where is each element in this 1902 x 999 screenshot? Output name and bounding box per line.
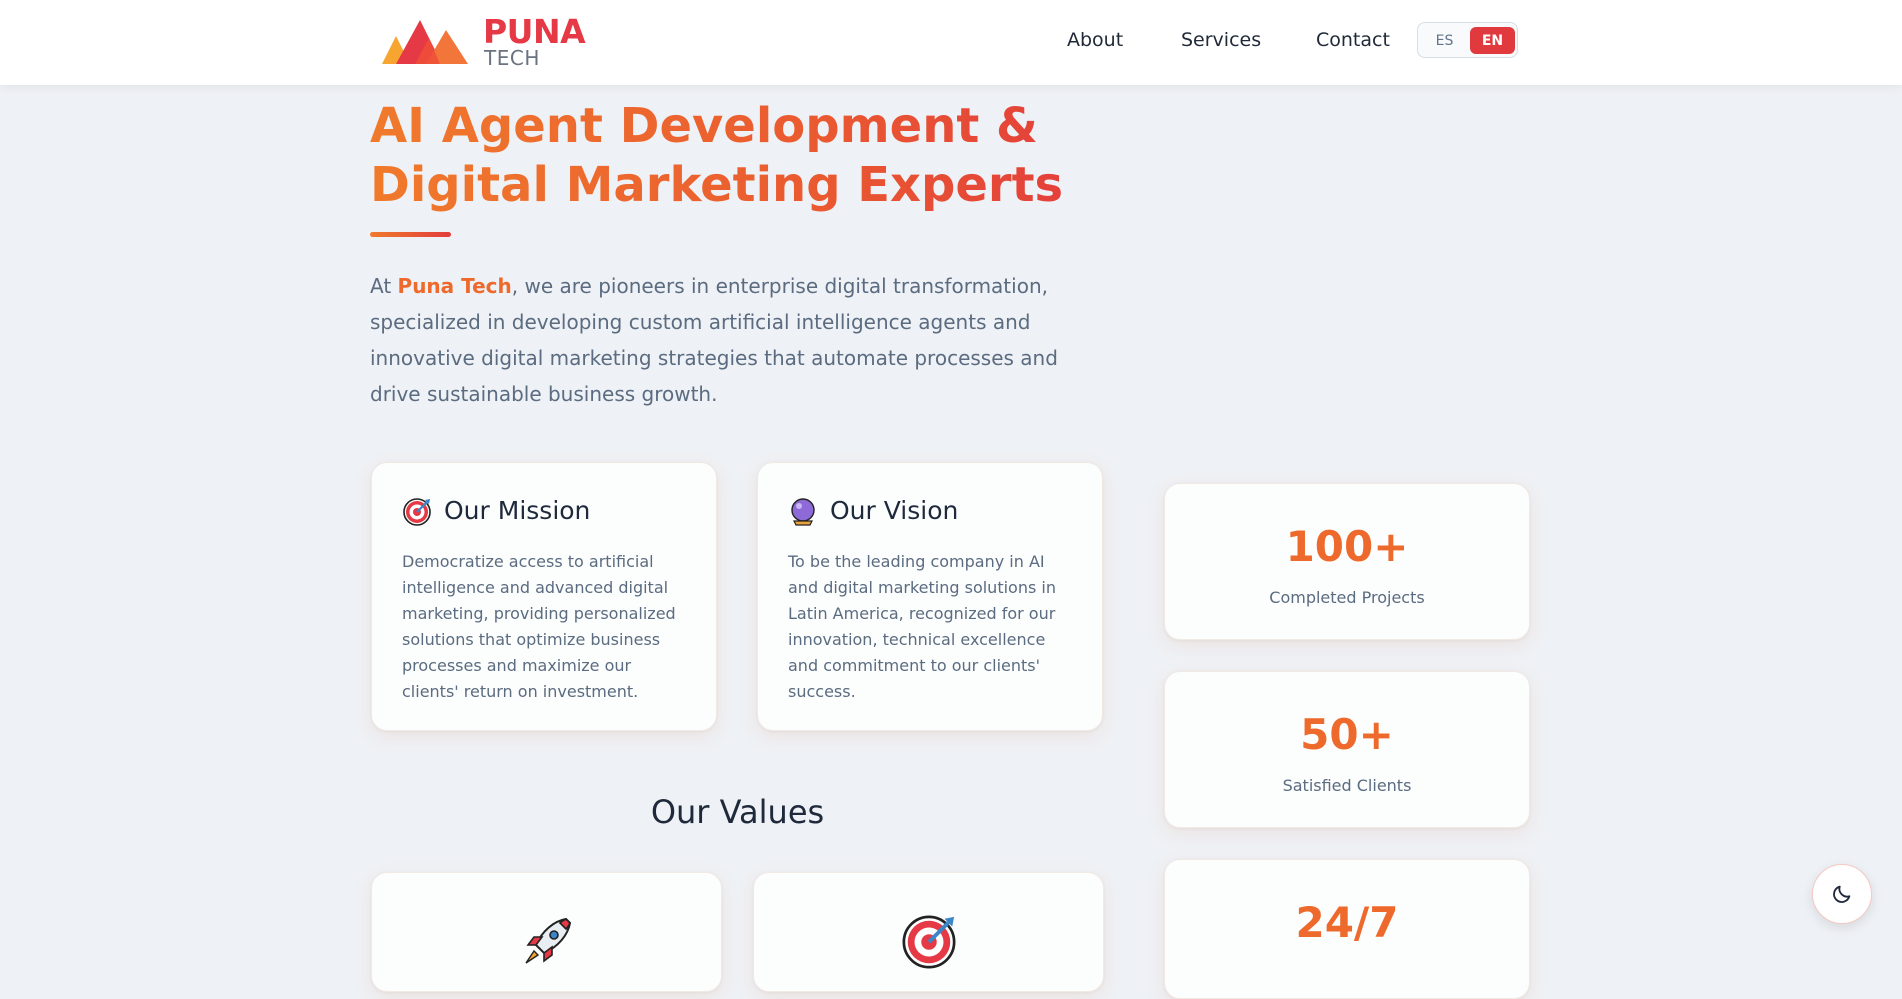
- vision-text: To be the leading company in AI and digi…: [788, 552, 1056, 701]
- mission-card: Our Mission Democratize access to artifi…: [371, 462, 717, 731]
- stat-number: 50+: [1300, 710, 1394, 759]
- vision-title: Our Vision: [830, 496, 959, 525]
- crystal-ball-icon: [791, 498, 815, 526]
- logo[interactable]: PUNA TECH: [382, 12, 586, 70]
- site-header: PUNA TECH About Services Contact ES EN: [0, 0, 1902, 85]
- values-heading: Our Values: [650, 793, 825, 831]
- hero-description: At Puna Tech, we are pioneers in enterpr…: [370, 268, 1110, 412]
- language-en-button[interactable]: EN: [1470, 27, 1515, 54]
- rocket-icon: [525, 917, 572, 964]
- vision-card: Our Vision To be the leading company in …: [757, 462, 1103, 731]
- stat-label: Completed Projects: [1269, 588, 1425, 607]
- hero-brand-highlight: Puna Tech: [397, 274, 512, 298]
- language-toggle: ES EN: [1417, 22, 1518, 58]
- mission-text: Democratize access to artificial intelli…: [402, 552, 676, 701]
- mission-title: Our Mission: [444, 496, 591, 525]
- mountain-logo-icon: [382, 20, 468, 64]
- theme-toggle-button[interactable]: [1812, 864, 1872, 924]
- hero-title: AI Agent Development & Digital Marketing…: [370, 97, 1110, 215]
- moon-icon: [1833, 885, 1851, 903]
- target-icon: [902, 915, 956, 969]
- hero-underline: [370, 232, 451, 237]
- logo-subtitle: TECH: [484, 46, 540, 70]
- value-card-target: [753, 872, 1104, 992]
- nav-link-services[interactable]: Services: [1181, 29, 1261, 51]
- nav-link-about[interactable]: About: [1067, 29, 1123, 51]
- nav-link-contact[interactable]: Contact: [1316, 29, 1390, 51]
- stat-number: 100+: [1285, 522, 1409, 571]
- stat-label: Satisfied Clients: [1282, 776, 1412, 795]
- language-es-button[interactable]: ES: [1422, 27, 1467, 54]
- stat-card-clients: 50+ Satisfied Clients: [1164, 671, 1530, 828]
- stat-card-projects: 100+ Completed Projects: [1164, 483, 1530, 640]
- stat-number: 24/7: [1295, 898, 1399, 947]
- stat-card-support: 24/7: [1164, 859, 1530, 999]
- target-icon: [403, 498, 431, 526]
- value-card-rocket: [371, 872, 722, 992]
- hero-desc-prefix: At: [370, 274, 398, 298]
